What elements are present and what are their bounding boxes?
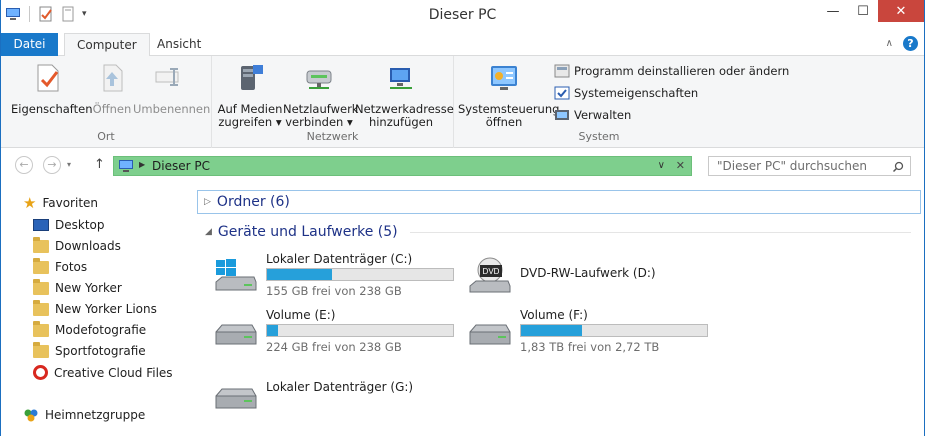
ribbon: Eigenschaften Öffnen Umbenennen Ort Auf … xyxy=(1,56,924,148)
rename-icon xyxy=(155,68,179,86)
hard-drive-icon xyxy=(469,324,511,345)
minimize-button[interactable]: — xyxy=(818,0,848,22)
search-input[interactable]: "Dieser PC" durchsuchen xyxy=(708,156,911,176)
sidebar-item-sportfotografie[interactable]: Sportfotografie xyxy=(33,341,146,358)
sidebar-item-creative-cloud-files[interactable]: Creative Cloud Files xyxy=(33,365,173,380)
back-button[interactable]: ← xyxy=(15,156,33,174)
content-pane: ▷ Ordner (6) ◢ Geräte und Laufwerke (5) … xyxy=(194,182,924,436)
usage-bar-fill xyxy=(267,269,333,280)
sidebar-item-favorites[interactable]: ★ Favoriten xyxy=(23,194,98,212)
media-server-icon xyxy=(241,65,263,90)
network-drive-icon xyxy=(306,70,332,89)
address-bar[interactable]: ▶ Dieser PC ∨ ✕ xyxy=(113,156,692,176)
star-icon: ★ xyxy=(23,194,37,212)
drive-e[interactable]: Volume (E:) 224 GB frei von 238 GB xyxy=(214,308,464,356)
collapse-chevron-icon[interactable]: ◢ xyxy=(205,227,212,237)
up-button[interactable]: ↑ xyxy=(94,157,105,172)
folder-icon xyxy=(33,257,49,274)
tab-ansicht[interactable]: Ansicht xyxy=(145,33,213,56)
collapse-ribbon-icon[interactable]: ∧ xyxy=(886,38,893,49)
clear-address-icon[interactable]: ✕ xyxy=(676,159,685,172)
search-icon[interactable] xyxy=(892,161,904,173)
address-path[interactable]: Dieser PC xyxy=(152,159,210,173)
sidebar-item-new-yorker-lions[interactable]: New Yorker Lions xyxy=(33,299,157,316)
navigation-bar: ← → ▾ ↑ ▶ Dieser PC ∨ ✕ "Dieser PC" durc… xyxy=(1,148,924,182)
usage-bar-fill xyxy=(267,325,279,336)
sidebar-item-modefotografie[interactable]: Modefotografie xyxy=(33,320,146,337)
navigation-pane: ★ Favoriten Desktop Downloads Fotos New … xyxy=(1,182,191,436)
windows-drive-icon xyxy=(215,259,257,291)
sidebar-item-new-yorker[interactable]: New Yorker xyxy=(33,278,122,295)
recent-locations-icon[interactable]: ▾ xyxy=(67,160,71,169)
explorer-window: ▾ Dieser PC — ☐ ✕ Datei Computer Ansicht… xyxy=(0,0,925,436)
system-properties-icon xyxy=(554,86,570,100)
maximize-button[interactable]: ☐ xyxy=(848,0,878,22)
expand-chevron-icon[interactable]: ▷ xyxy=(204,197,211,207)
map-network-drive-button[interactable]: Netzlaufwerk verbinden ▾ xyxy=(283,62,358,129)
close-button[interactable]: ✕ xyxy=(878,0,924,22)
svg-text:DVD: DVD xyxy=(483,267,500,276)
folder-icon xyxy=(33,320,49,337)
breadcrumb-separator-icon[interactable]: ▶ xyxy=(139,160,145,169)
folder-icon xyxy=(33,341,49,358)
folder-icon xyxy=(33,299,49,316)
dvd-drive-icon: DVD xyxy=(469,257,511,293)
sidebar-item-desktop[interactable]: Desktop xyxy=(33,218,105,232)
group-label-netzwerk: Netzwerk xyxy=(306,130,359,143)
ribbon-tabs: Datei Computer Ansicht ∧ ? xyxy=(1,33,924,57)
tab-datei[interactable]: Datei xyxy=(1,33,58,56)
help-icon[interactable]: ? xyxy=(903,36,918,51)
drive-c[interactable]: Lokaler Datenträger (C:) 155 GB frei von… xyxy=(214,252,464,300)
drive-g[interactable]: Lokaler Datenträger (G:) xyxy=(214,372,464,420)
usage-bar xyxy=(266,324,454,337)
computer-icon xyxy=(119,160,133,172)
open-icon xyxy=(103,64,123,92)
manage-button[interactable]: Verwalten xyxy=(554,107,631,123)
creative-cloud-icon xyxy=(33,365,48,380)
add-network-location-button[interactable]: Netzwerkadresse hinzufügen xyxy=(355,62,454,129)
tab-computer[interactable]: Computer xyxy=(64,33,150,57)
folders-group-header[interactable]: ▷ Ordner (6) xyxy=(197,190,921,214)
access-media-button[interactable]: Auf Medien zugreifen ▾ xyxy=(217,62,283,129)
sidebar-item-fotos[interactable]: Fotos xyxy=(33,257,87,274)
usage-bar xyxy=(266,268,454,281)
drive-f[interactable]: Volume (F:) 1,83 TB frei von 2,72 TB xyxy=(468,308,718,356)
ribbon-group-ort: Eigenschaften Öffnen Umbenennen Ort xyxy=(1,56,212,148)
address-dropdown-icon[interactable]: ∨ xyxy=(658,160,665,171)
rename-button[interactable]: Umbenennen xyxy=(133,62,210,116)
manage-icon xyxy=(555,110,569,120)
group-label-system: System xyxy=(578,130,620,143)
homegroup-icon xyxy=(24,409,38,422)
downloads-folder-icon xyxy=(33,236,49,253)
sidebar-item-downloads[interactable]: Downloads xyxy=(33,236,121,253)
system-properties-button[interactable]: Systemeigenschaften xyxy=(554,85,698,101)
ribbon-group-system: Systemsteuerung öffnen Programm deinstal… xyxy=(454,56,924,148)
sidebar-item-homegroup[interactable]: Heimnetzgruppe xyxy=(23,407,145,423)
uninstall-icon xyxy=(554,64,570,78)
search-placeholder: "Dieser PC" durchsuchen xyxy=(717,159,867,173)
window-title: Dieser PC xyxy=(428,7,497,23)
properties-icon xyxy=(37,64,59,92)
control-panel-button[interactable]: Systemsteuerung öffnen xyxy=(458,62,559,129)
open-button[interactable]: Öffnen xyxy=(89,62,135,116)
hard-drive-icon xyxy=(215,388,257,409)
folder-icon xyxy=(33,278,49,295)
forward-button[interactable]: → xyxy=(43,156,61,174)
drive-d[interactable]: DVD DVD-RW-Laufwerk (D:) xyxy=(468,252,718,300)
title-bar: ▾ Dieser PC — ☐ ✕ xyxy=(1,0,924,32)
properties-button[interactable]: Eigenschaften xyxy=(11,62,93,116)
devices-group-header[interactable]: ◢ Geräte und Laufwerke (5) xyxy=(197,224,921,240)
usage-bar-fill xyxy=(521,325,583,336)
control-panel-icon xyxy=(491,66,517,90)
hard-drive-icon xyxy=(215,324,257,345)
usage-bar xyxy=(520,324,708,337)
group-label-ort: Ort xyxy=(97,130,115,143)
desktop-icon xyxy=(33,219,49,231)
network-location-icon xyxy=(390,68,412,89)
ribbon-group-netzwerk: Auf Medien zugreifen ▾ Netzlaufwerk verb… xyxy=(212,56,454,148)
uninstall-program-button[interactable]: Programm deinstallieren oder ändern xyxy=(554,63,789,79)
window-controls: — ☐ ✕ xyxy=(818,0,924,22)
